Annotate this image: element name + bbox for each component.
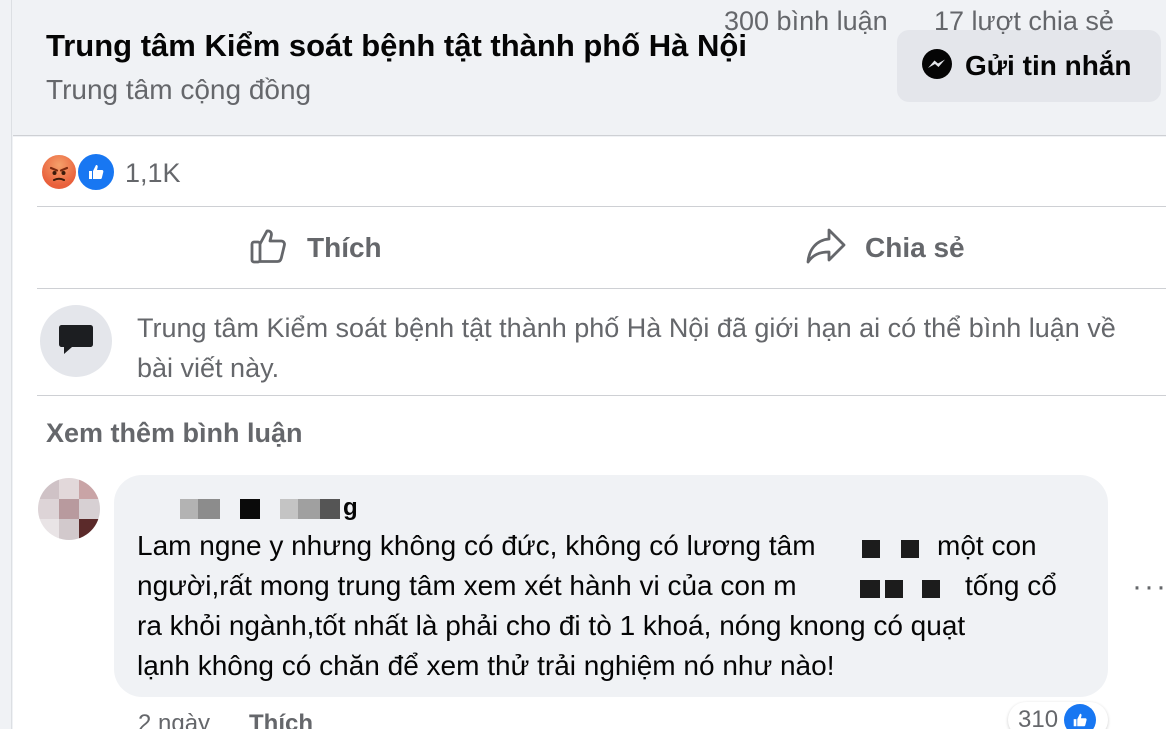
divider xyxy=(37,288,1166,289)
avatar[interactable] xyxy=(38,478,100,540)
messenger-icon xyxy=(921,48,953,85)
comment-line-4: lạnh không có chăn để xem thử trải nghiệ… xyxy=(137,650,835,681)
comment-reaction-count: 310 xyxy=(1018,706,1059,729)
share-arrow-icon xyxy=(805,226,847,271)
share-button[interactable]: Chia sẻ xyxy=(805,222,965,274)
left-edge-divider xyxy=(0,0,12,729)
page-name[interactable]: Trung tâm Kiểm soát bệnh tật thành phố H… xyxy=(46,28,747,64)
comment-reaction-summary[interactable]: 310 xyxy=(1008,702,1108,729)
view-more-comments-link[interactable]: Xem thêm bình luận xyxy=(46,418,303,449)
comment-like-link[interactable]: Thích xyxy=(249,710,313,729)
comment-restricted-icon-wrap xyxy=(40,305,112,377)
post-stats-row: 1,1K xyxy=(40,152,1166,192)
comment-line-1-end: một con xyxy=(937,530,1037,561)
reaction-icons[interactable] xyxy=(40,152,120,192)
comment-line-2: người,rất mong trung tâm xem xét hành vi… xyxy=(137,570,797,601)
angry-reaction-icon xyxy=(40,153,78,191)
divider xyxy=(37,395,1166,396)
like-reaction-icon xyxy=(76,152,116,192)
reaction-count[interactable]: 1,1K xyxy=(125,158,181,189)
comment-more-options-icon[interactable]: ··· xyxy=(1132,570,1166,604)
thumbs-up-icon xyxy=(249,226,289,271)
speech-bubble-icon xyxy=(56,319,96,364)
like-button[interactable]: Thích xyxy=(249,222,382,274)
send-message-label: Gửi tin nhắn xyxy=(965,50,1132,81)
share-label: Chia sẻ xyxy=(865,232,965,263)
comment-line-1: Lam ngne y nhưng không có đức, không có … xyxy=(137,530,816,561)
comment-author-visible-part[interactable]: g xyxy=(343,494,358,522)
comment-timestamp[interactable]: 2 ngày xyxy=(138,710,210,729)
comment-text: Lam ngne y nhưng không có đức, không có … xyxy=(137,526,1097,686)
page-category: Trung tâm cộng đồng xyxy=(46,74,312,105)
comment-line-3: ra khỏi ngành,tốt nhất là phải cho đi tò… xyxy=(137,610,966,641)
comment-count[interactable]: 300 bình luận xyxy=(724,6,888,37)
comment-restriction-notice: Trung tâm Kiểm soát bệnh tật thành phố H… xyxy=(137,313,1116,383)
comment-line-2-end: tống cổ xyxy=(965,570,1057,601)
divider xyxy=(37,206,1166,207)
like-reaction-icon xyxy=(1064,704,1097,729)
send-message-button[interactable]: Gửi tin nhắn xyxy=(897,30,1161,102)
share-count[interactable]: 17 lượt chia sẻ xyxy=(934,6,1114,37)
like-label: Thích xyxy=(307,232,382,263)
